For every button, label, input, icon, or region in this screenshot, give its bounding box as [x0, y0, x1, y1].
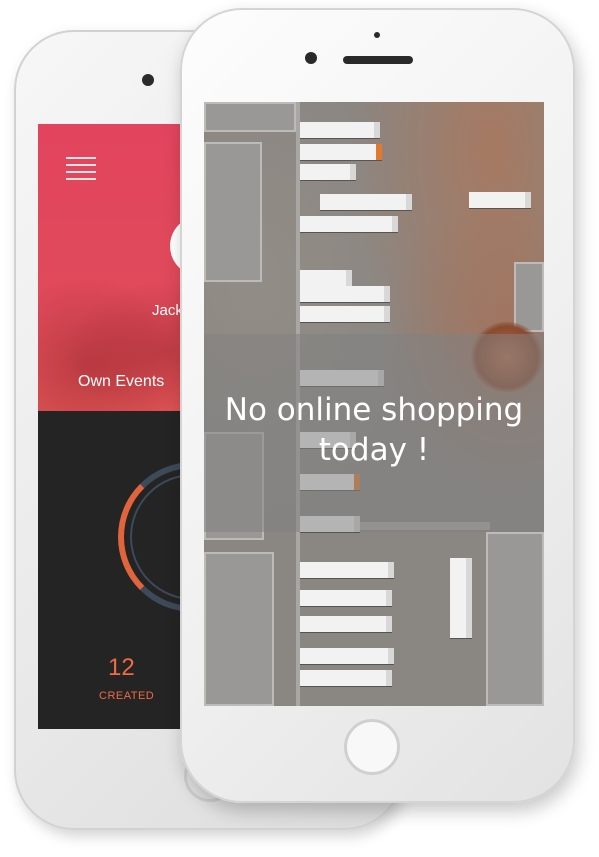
truck: [300, 670, 392, 686]
truck: [300, 270, 352, 286]
headline-line-2: today !: [318, 432, 430, 468]
truck: [300, 306, 390, 322]
truck: [300, 164, 356, 180]
truck: [300, 562, 394, 578]
front-phone-screen: No online shopping today !: [204, 102, 544, 706]
headline-text: No online shopping today !: [204, 390, 544, 470]
building: [486, 532, 544, 706]
sensor-icon: [374, 32, 380, 38]
truck: [450, 558, 472, 638]
building: [514, 262, 544, 332]
truck: [320, 194, 412, 210]
home-button-icon[interactable]: [344, 719, 400, 775]
truck: [469, 192, 531, 208]
back-phone-screen: Jack Own Events 12 CREATED: [38, 124, 198, 729]
truck: [300, 286, 390, 302]
building: [204, 142, 262, 282]
camera-icon: [142, 74, 154, 86]
speaker-icon: [343, 56, 413, 64]
truck: [300, 216, 398, 232]
tab-own-events[interactable]: Own Events: [78, 373, 164, 391]
created-count: 12: [108, 654, 135, 681]
user-name: Jack: [152, 302, 183, 319]
camera-icon: [305, 52, 317, 64]
truck: [300, 144, 382, 160]
truck: [300, 122, 380, 138]
truck: [300, 616, 392, 632]
truck: [300, 590, 392, 606]
menu-icon[interactable]: [66, 157, 96, 180]
building: [204, 552, 274, 706]
created-label: CREATED: [99, 690, 155, 702]
building: [204, 102, 296, 132]
truck: [300, 648, 394, 664]
profile-header: Jack Own Events: [38, 124, 198, 411]
headline-line-1: No online shopping: [224, 392, 524, 428]
